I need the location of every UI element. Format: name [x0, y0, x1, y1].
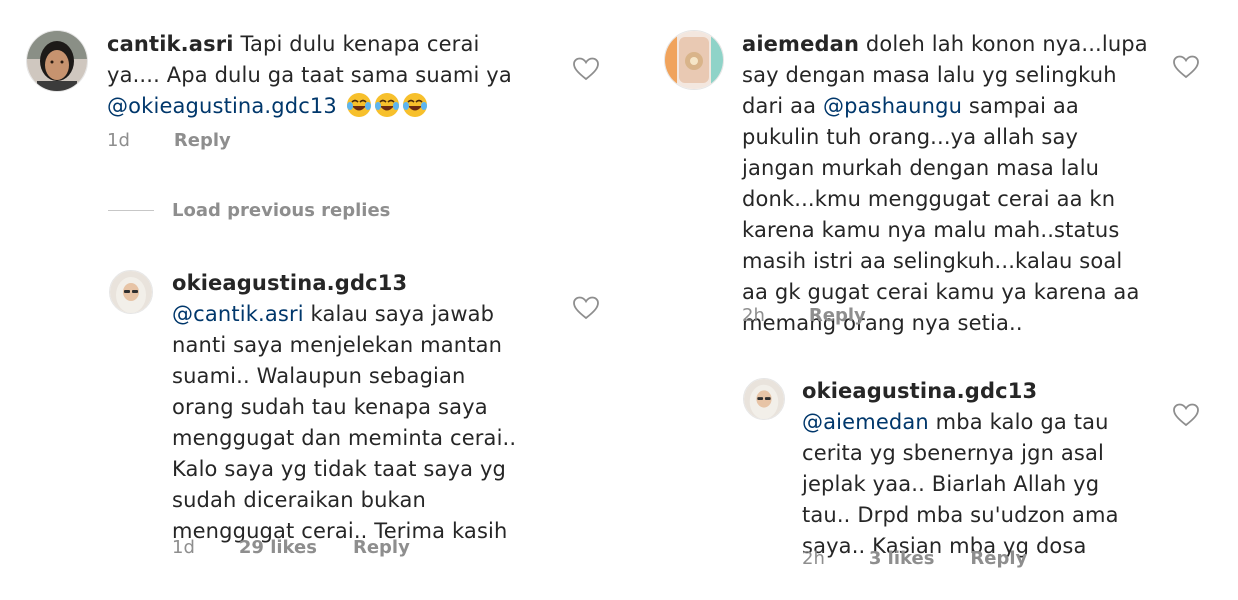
reply-button[interactable]: Reply — [353, 537, 410, 558]
comment-meta-cantik-asri: 1d Reply — [107, 130, 231, 151]
mention-cantik-asri[interactable]: @cantik.asri — [172, 302, 304, 326]
laughing-emoji-group — [344, 93, 428, 118]
mention-aiemedan[interactable]: @aiemedan — [802, 410, 929, 434]
heart-outline-icon[interactable] — [1173, 403, 1199, 427]
reply-text-okieagustina-2: okieagustina.gdc13 @aiemedan mba kalo ga … — [802, 379, 1119, 558]
timestamp: 2h — [802, 548, 825, 569]
mention-pashaungu[interactable]: @pashaungu — [823, 94, 962, 118]
likes-count[interactable]: 3 likes — [869, 548, 935, 569]
comment-text-cantik-asri: cantik.asri Tapi dulu kenapa cerai ya....… — [107, 32, 512, 118]
likes-count[interactable]: 29 likes — [239, 537, 317, 558]
timestamp: 1d — [172, 537, 195, 558]
instagram-comments-screenshot: cantik.asri Tapi dulu kenapa cerai ya....… — [0, 0, 1238, 600]
avatar-aiemedan[interactable] — [664, 30, 724, 90]
reply-meta-okieagustina-1: 1d 29 likes Reply — [172, 537, 410, 558]
comment-text-aiemedan: aiemedan doleh lah konon nya...lupa say d… — [742, 32, 1148, 335]
avatar-image — [744, 379, 784, 419]
reply-button[interactable]: Reply — [809, 305, 866, 326]
timestamp: 2h — [742, 305, 765, 326]
avatar-image — [665, 31, 723, 89]
heart-outline-icon[interactable] — [573, 57, 599, 81]
avatar-okieagustina[interactable] — [743, 378, 785, 420]
reply-text-okieagustina-1: okieagustina.gdc13 @cantik.asri kalau say… — [172, 271, 517, 543]
divider-line — [108, 210, 154, 211]
face-with-tears-of-joy-emoji — [402, 93, 427, 117]
username-okieagustina[interactable]: okieagustina.gdc13 — [802, 379, 1037, 403]
avatar-image — [110, 271, 152, 313]
heart-outline-icon[interactable] — [1173, 55, 1199, 79]
face-with-tears-of-joy-emoji — [374, 93, 399, 117]
avatar-okieagustina[interactable] — [109, 270, 153, 314]
comment-meta-aiemedan: 2h Reply — [742, 305, 866, 326]
face-with-tears-of-joy-emoji — [346, 93, 371, 117]
username-aiemedan[interactable]: aiemedan — [742, 32, 859, 56]
username-cantik-asri[interactable]: cantik.asri — [107, 32, 234, 56]
avatar-image — [27, 31, 87, 91]
reply-meta-okieagustina-2: 2h 3 likes Reply — [802, 548, 1027, 569]
load-previous-replies-button[interactable]: Load previous replies — [108, 200, 390, 221]
timestamp: 1d — [107, 130, 130, 151]
heart-outline-icon[interactable] — [573, 296, 599, 320]
reply-button[interactable]: Reply — [970, 548, 1027, 569]
mention-okieagustina[interactable]: @okieagustina.gdc13 — [107, 94, 337, 118]
username-okieagustina[interactable]: okieagustina.gdc13 — [172, 271, 407, 295]
reply-button[interactable]: Reply — [174, 130, 231, 151]
avatar-cantik-asri[interactable] — [26, 30, 88, 92]
